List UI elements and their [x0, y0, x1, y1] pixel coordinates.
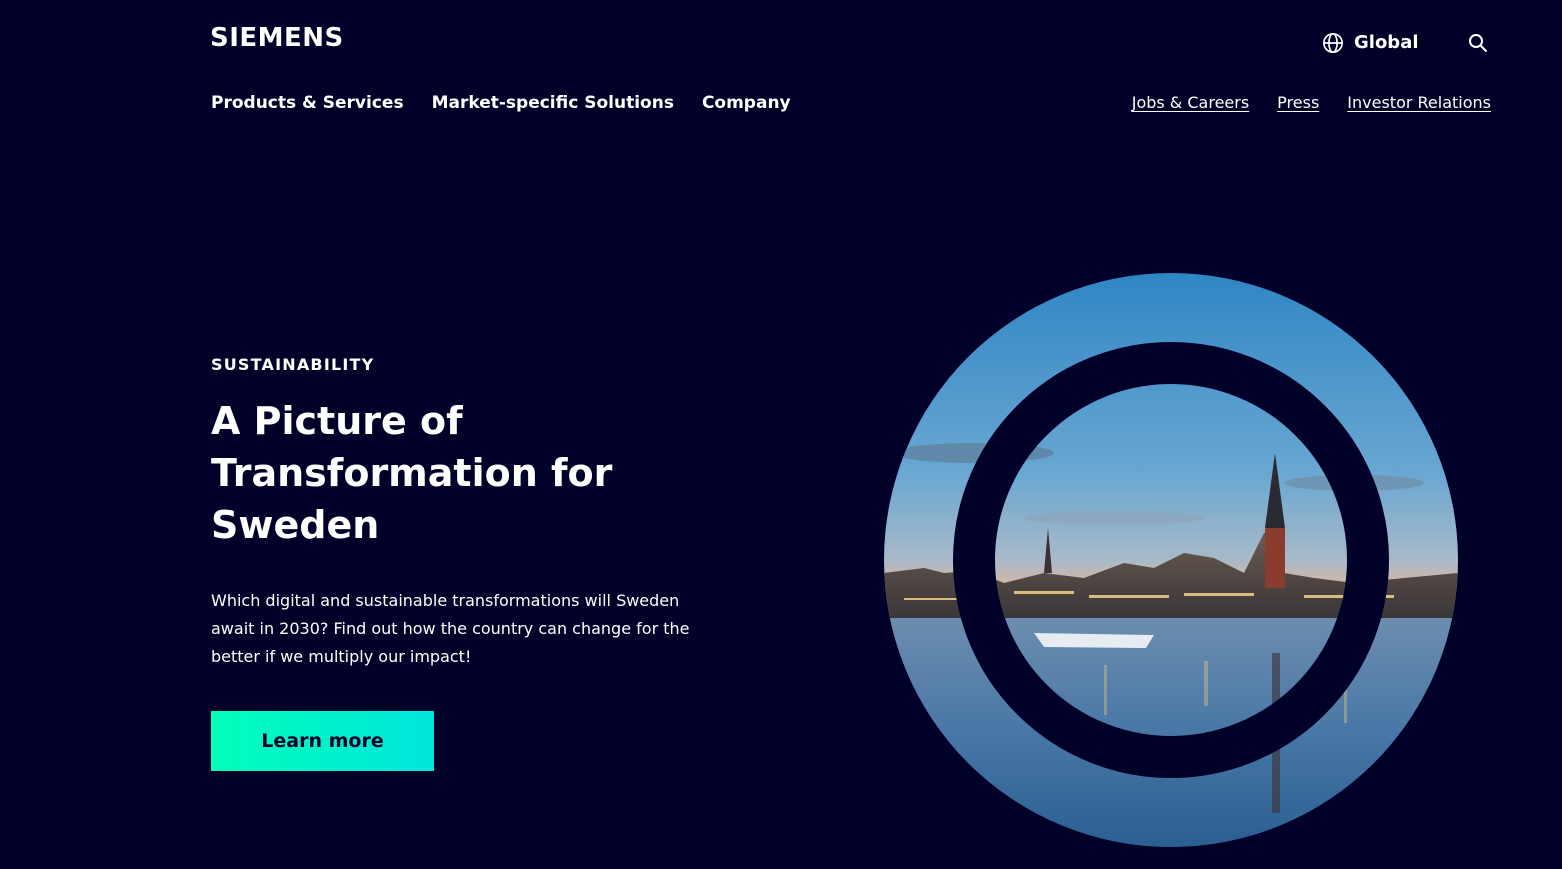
siemens-logo[interactable]: SIEMENS	[210, 22, 344, 54]
hero-content: SUSTAINABILITY A Picture of Transformati…	[211, 353, 701, 771]
search-icon	[1469, 34, 1487, 52]
stockholm-skyline-image	[884, 273, 1458, 847]
learn-more-button[interactable]: Learn more	[211, 711, 434, 771]
link-jobs-careers[interactable]: Jobs & Careers	[1132, 91, 1249, 115]
region-label: Global	[1354, 32, 1419, 53]
hero-title: A Picture of Transformation for Sweden	[211, 399, 613, 547]
nav-company[interactable]: Company	[702, 90, 791, 116]
hero-eyebrow: SUSTAINABILITY	[211, 355, 375, 374]
secondary-navigation: Jobs & Careers Press Investor Relations	[1132, 91, 1491, 115]
search-button[interactable]	[1466, 31, 1490, 55]
hero-image	[884, 273, 1458, 847]
region-selector[interactable]: Global	[1322, 30, 1419, 56]
nav-market-specific-solutions[interactable]: Market-specific Solutions	[432, 90, 674, 116]
link-investor-relations[interactable]: Investor Relations	[1347, 91, 1491, 115]
globe-icon	[1323, 33, 1343, 53]
page: SIEMENS Global Products & Services Marke…	[0, 0, 1562, 869]
link-press[interactable]: Press	[1277, 91, 1319, 115]
hero-description: Which digital and sustainable transforma…	[211, 591, 690, 666]
nav-products-services[interactable]: Products & Services	[211, 90, 404, 116]
main-navigation: Products & Services Market-specific Solu…	[211, 90, 791, 116]
